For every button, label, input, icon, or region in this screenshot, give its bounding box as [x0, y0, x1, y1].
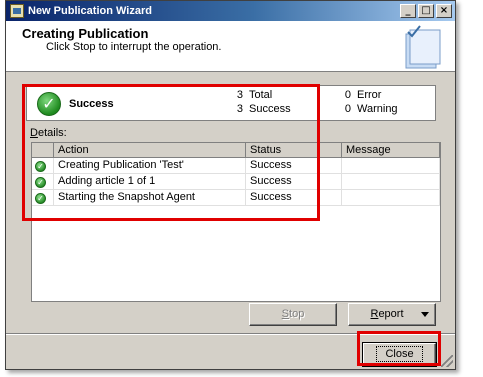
- check-icon: ✓: [35, 176, 46, 188]
- error-count: 0: [344, 89, 351, 101]
- page-subtitle: Click Stop to interrupt the operation.: [46, 41, 222, 53]
- minimize-button[interactable]: _: [400, 4, 416, 18]
- details-grid[interactable]: Action Status Message ✓ Creating Publica…: [31, 142, 441, 302]
- column-header-message[interactable]: Message: [342, 143, 440, 158]
- row-status: Success: [246, 158, 342, 174]
- details-label: Details:: [30, 127, 67, 139]
- wizard-window: New Publication Wizard _ □ × Creating Pu…: [5, 0, 456, 370]
- row-message: [342, 158, 440, 174]
- check-icon: ✓: [35, 192, 46, 204]
- check-icon: ✓: [35, 160, 46, 172]
- close-window-button[interactable]: ×: [436, 4, 452, 18]
- row-action: Starting the Snapshot Agent: [54, 190, 246, 206]
- success-label: Success: [249, 103, 291, 115]
- close-button[interactable]: Close: [362, 342, 437, 367]
- success-count: 3: [236, 103, 243, 115]
- chevron-down-icon: [421, 312, 429, 317]
- table-row[interactable]: ✓ Creating Publication 'Test' Success: [32, 158, 440, 174]
- error-stat: 0 Error: [341, 89, 382, 101]
- wizard-icon: [10, 4, 24, 18]
- summary-status: Success: [69, 98, 114, 110]
- title-bar[interactable]: New Publication Wizard _ □ ×: [6, 1, 455, 21]
- table-row[interactable]: ✓ Starting the Snapshot Agent Success: [32, 190, 440, 206]
- row-message: [342, 174, 440, 190]
- report-button[interactable]: Report: [348, 303, 436, 326]
- resize-grip[interactable]: [441, 355, 453, 367]
- column-header-action[interactable]: Action: [54, 143, 246, 158]
- row-action: Adding article 1 of 1: [54, 174, 246, 190]
- warning-count: 0: [344, 103, 351, 115]
- wizard-header: Creating Publication Click Stop to inter…: [6, 21, 455, 72]
- grid-header: Action Status Message: [32, 143, 440, 158]
- table-row[interactable]: ✓ Adding article 1 of 1 Success: [32, 174, 440, 190]
- row-action: Creating Publication 'Test': [54, 158, 246, 174]
- row-status: Success: [246, 190, 342, 206]
- row-message: [342, 190, 440, 206]
- stop-button[interactable]: Stop: [249, 303, 337, 326]
- book-check-icon: [405, 25, 441, 69]
- column-header-status[interactable]: Status: [246, 143, 342, 158]
- row-status: Success: [246, 174, 342, 190]
- window-title: New Publication Wizard: [28, 5, 152, 17]
- page-title: Creating Publication: [22, 26, 149, 41]
- maximize-button[interactable]: □: [418, 4, 434, 18]
- total-label: Total: [249, 89, 273, 101]
- warning-stat: 0 Warning: [341, 103, 398, 115]
- success-stat: 3 Success: [233, 103, 291, 115]
- total-stat: 3 Total: [233, 89, 272, 101]
- footer-divider: [6, 333, 455, 335]
- error-label: Error: [357, 89, 382, 101]
- warning-label: Warning: [357, 103, 398, 115]
- success-check-icon: ✓: [37, 92, 61, 116]
- summary-panel: ✓ Success 3 Total 3 Success 0 Error 0 Warnin…: [26, 85, 436, 121]
- icon-column-header: [32, 143, 54, 158]
- total-count: 3: [236, 89, 243, 101]
